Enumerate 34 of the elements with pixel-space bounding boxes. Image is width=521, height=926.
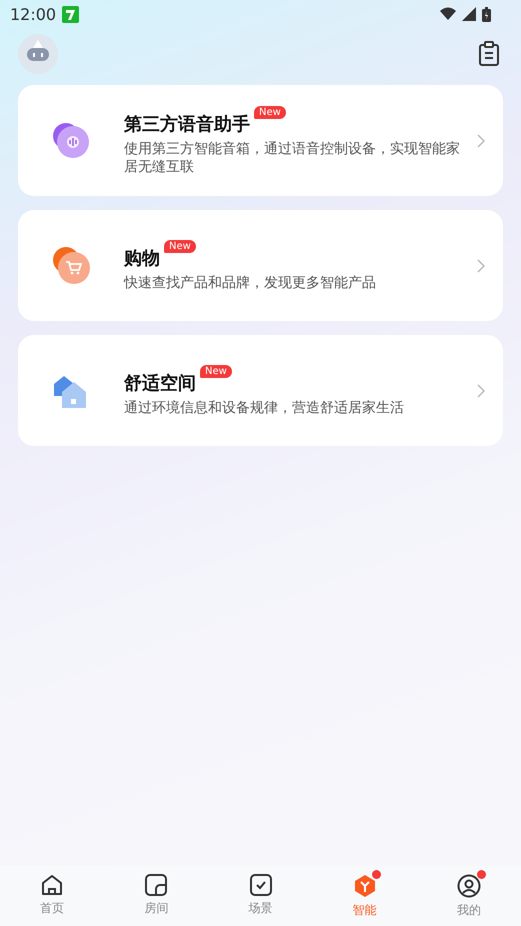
nav-tab[interactable]: 房间: [104, 866, 208, 926]
chevron-right-icon: [477, 384, 485, 398]
new-badge: New: [200, 364, 232, 378]
card-title: 购物: [124, 246, 160, 270]
card-description: 通过环境信息和设备规律，营造舒适居家生活: [124, 398, 405, 416]
nav-tab[interactable]: 智能: [312, 866, 417, 926]
new-badge: New: [164, 240, 196, 252]
cart-icon: [52, 246, 92, 286]
card-title: 舒适空间: [124, 372, 196, 394]
chevron-right-icon: [477, 258, 485, 272]
signal-icon: [462, 7, 476, 21]
feature-card[interactable]: 舒适空间 New 通过环境信息和设备规律，营造舒适居家生活: [18, 335, 503, 446]
feature-card[interactable]: 购物 New 快速查找产品和品牌，发现更多智能产品: [18, 210, 503, 321]
feature-card[interactable]: 第三方语音助手 New 使用第三方智能音箱，通过语音控制设备，实现智能家居无缝互联: [18, 85, 503, 196]
app-notification-icon: [62, 6, 80, 22]
status-time: 12:00: [10, 4, 56, 24]
nav-tab[interactable]: 我的: [416, 866, 521, 926]
wifi-icon: [440, 7, 456, 21]
card-title: 第三方语音助手: [124, 112, 250, 136]
robot-avatar-icon[interactable]: [18, 34, 58, 74]
checkbox-icon: [250, 874, 272, 896]
card-description: 使用第三方智能音箱，通过语音控制设备，实现智能家居无缝互联: [124, 140, 461, 176]
profile-icon: [456, 874, 481, 898]
cube-icon: [354, 874, 376, 898]
nav-tab[interactable]: 场景: [208, 866, 313, 926]
house-icon: [41, 874, 64, 896]
clipboard-icon[interactable]: [478, 41, 500, 67]
chevron-right-icon: [477, 134, 485, 148]
card-description: 快速查找产品和品牌，发现更多智能产品: [124, 274, 377, 292]
voice-icon: [52, 122, 90, 160]
new-badge: New: [254, 106, 286, 118]
battery-icon: [482, 6, 491, 22]
nav-tab[interactable]: 首页: [0, 866, 104, 926]
room-icon: [145, 874, 168, 896]
